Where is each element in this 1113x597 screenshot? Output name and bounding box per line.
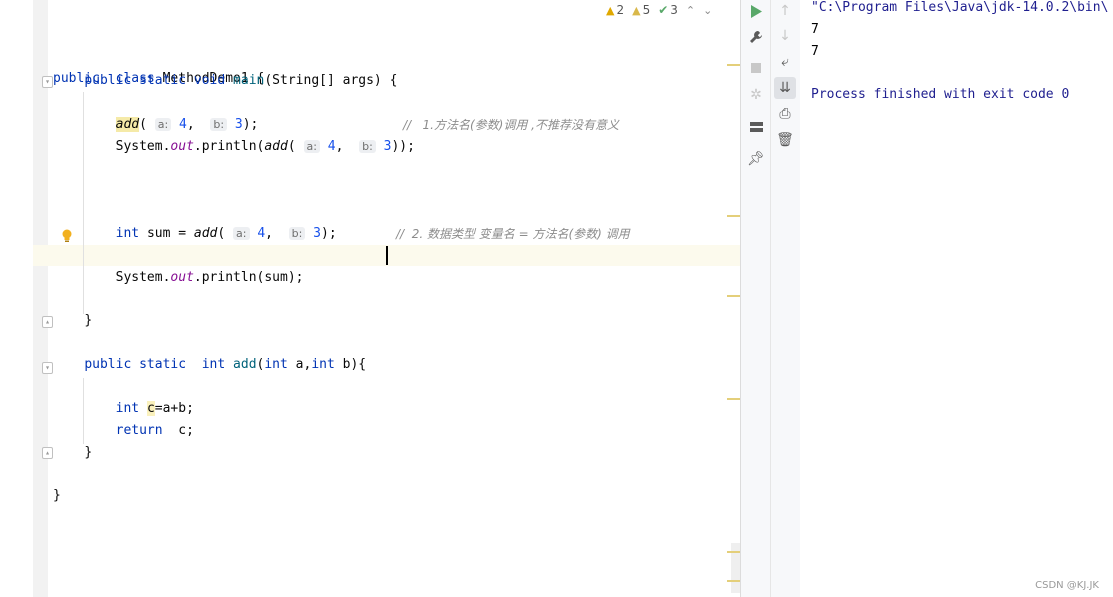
rerun-button[interactable]: [745, 0, 767, 22]
code-line-2[interactable]: public static void main(String[] args) {: [53, 71, 397, 91]
warning-marker[interactable]: [727, 215, 740, 217]
pin-tab-button[interactable]: 📌︎: [745, 148, 767, 170]
code-line-1[interactable]: public class MethodDemo1 {: [53, 49, 264, 86]
scroll-to-end-icon: ⇊: [779, 80, 791, 96]
error-triangle-icon: ▲: [606, 3, 615, 17]
inspection-widget[interactable]: ▲ 2 ▲ 5 ✔ 3 ⌃ ⌄: [606, 2, 712, 18]
bug-icon: ✲: [750, 87, 762, 103]
console-exit-message: Process finished with exit code 0: [811, 87, 1070, 102]
stop-icon: [751, 63, 761, 73]
run-toolbar-primary: ✲ 📌︎: [741, 0, 770, 597]
fold-marker-icon[interactable]: ▴: [42, 447, 53, 459]
code-line-6[interactable]: System.out.println(sum);: [53, 268, 304, 288]
code-line-10[interactable]: return c;: [53, 421, 194, 441]
pin-icon: 📌︎: [747, 151, 765, 167]
console-command-line: "C:\Program Files\Java\jdk-14.0.2\bin\: [811, 0, 1109, 15]
soft-wrap-button[interactable]: ⤶: [774, 51, 796, 73]
previous-highlight-button[interactable]: ⌃: [686, 4, 695, 17]
code-line-7[interactable]: }: [53, 311, 92, 331]
warning-marker[interactable]: [727, 398, 740, 400]
run-toolbar-secondary: ↑ ↓ ⤶ ⇊ ⎙ 🗑︎: [770, 0, 801, 597]
text-caret: [386, 246, 388, 265]
code-line-4[interactable]: System.out.println(add( a: 4, b: 3));: [53, 137, 415, 157]
code-line-12[interactable]: }: [53, 486, 61, 506]
trash-icon: 🗑︎: [776, 132, 794, 148]
layout-icon: [749, 122, 763, 132]
check-icon: ✔: [658, 3, 669, 17]
code-comment-1: // 1.方法名(参数)调用 ,不推荐没有意义: [403, 118, 619, 132]
param-hint: b:: [288, 227, 306, 240]
stop-button[interactable]: [745, 57, 767, 79]
warning-count[interactable]: ▲ 5: [632, 3, 650, 17]
wrench-icon: [750, 31, 762, 43]
error-count[interactable]: ▲ 2: [606, 3, 624, 17]
param-hint: a:: [233, 227, 250, 240]
param-hint: b:: [359, 140, 376, 153]
code-line-11[interactable]: }: [53, 443, 92, 463]
code-line-3[interactable]: add( a: 4, b: 3);: [53, 115, 258, 135]
fold-marker-icon[interactable]: ▾: [42, 76, 53, 88]
param-hint: b:: [210, 118, 228, 131]
modify-run-config-button[interactable]: [745, 26, 767, 48]
arrow-down-icon: ↓: [779, 28, 791, 44]
param-hint: a:: [303, 140, 320, 153]
warning-marker[interactable]: [727, 64, 740, 66]
up-trace-button[interactable]: ↑: [774, 0, 796, 22]
warning-triangle-icon: ▲: [632, 3, 641, 17]
print-button[interactable]: ⎙: [774, 103, 796, 125]
fold-marker-icon[interactable]: ▾: [42, 362, 53, 374]
play-icon: [751, 4, 762, 18]
left-panel-strip: [0, 0, 33, 597]
threads-button[interactable]: ✲: [745, 84, 767, 106]
code-line-5[interactable]: int sum = add( a: 4, b: 3);: [53, 224, 337, 244]
code-line-8[interactable]: public static int add(int a,int b){: [53, 355, 366, 375]
code-line-9[interactable]: int c=a+b;: [53, 399, 194, 419]
soft-wrap-icon: ⤶: [781, 54, 789, 70]
warning-marker[interactable]: [727, 580, 740, 582]
editor-gutter[interactable]: [33, 0, 48, 597]
down-trace-button[interactable]: ↓: [774, 25, 796, 47]
console-output-line: 7: [811, 22, 819, 37]
next-highlight-button[interactable]: ⌄: [703, 4, 712, 17]
param-hint: a:: [154, 118, 172, 131]
warning-marker[interactable]: [727, 295, 740, 297]
console-output-line: 7: [811, 44, 819, 59]
clear-all-button[interactable]: 🗑︎: [774, 129, 796, 151]
warning-marker[interactable]: [727, 551, 740, 553]
code-comment-2: // 2. 数据类型 变量名 = 方法名(参数) 调用: [396, 227, 630, 241]
typo-count[interactable]: ✔ 3: [658, 3, 678, 17]
layout-button[interactable]: [745, 116, 767, 138]
arrow-up-icon: ↑: [779, 3, 791, 19]
fold-marker-icon[interactable]: ▴: [42, 316, 53, 328]
scroll-to-end-button[interactable]: ⇊: [774, 77, 796, 99]
printer-icon: ⎙: [779, 106, 791, 122]
watermark: CSDN @KJ.JK: [1035, 580, 1099, 591]
